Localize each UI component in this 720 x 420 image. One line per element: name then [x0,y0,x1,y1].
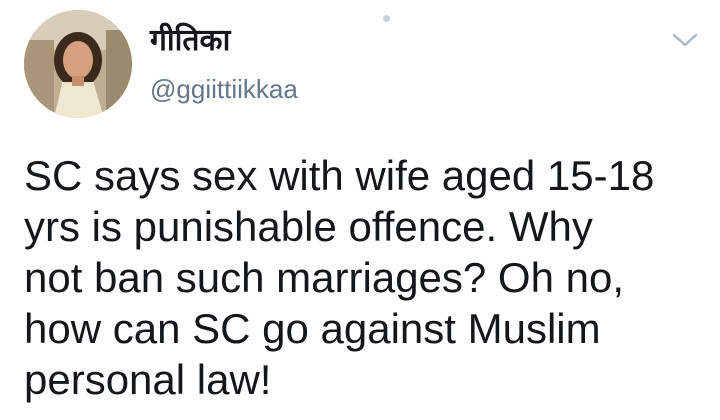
tweet-text-line: personal law! [24,356,272,403]
user-avatar-photo-icon [24,10,132,118]
tweet-text-line: how can SC go against Muslim [24,305,601,352]
tweet-text-line: not ban such marriages? Oh no, [24,254,625,301]
tweet-text-line: yrs is punishable offence. Why [24,203,593,250]
tweet-menu-button[interactable] [670,30,700,50]
tweet-text-line: SC says sex with wife aged 15-18 [24,152,655,199]
separator-dot [383,15,390,22]
chevron-down-icon [672,33,698,47]
author-display-name[interactable]: गीतिका [150,24,230,58]
tweet-text: SC says sex with wife aged 15-18 yrs is … [24,150,704,405]
avatar[interactable] [24,10,132,118]
tweet-card: गीतिका @ggiittiikkaa SC says sex with wi… [0,0,720,420]
author-handle[interactable]: @ggiittiikkaa [150,74,298,104]
